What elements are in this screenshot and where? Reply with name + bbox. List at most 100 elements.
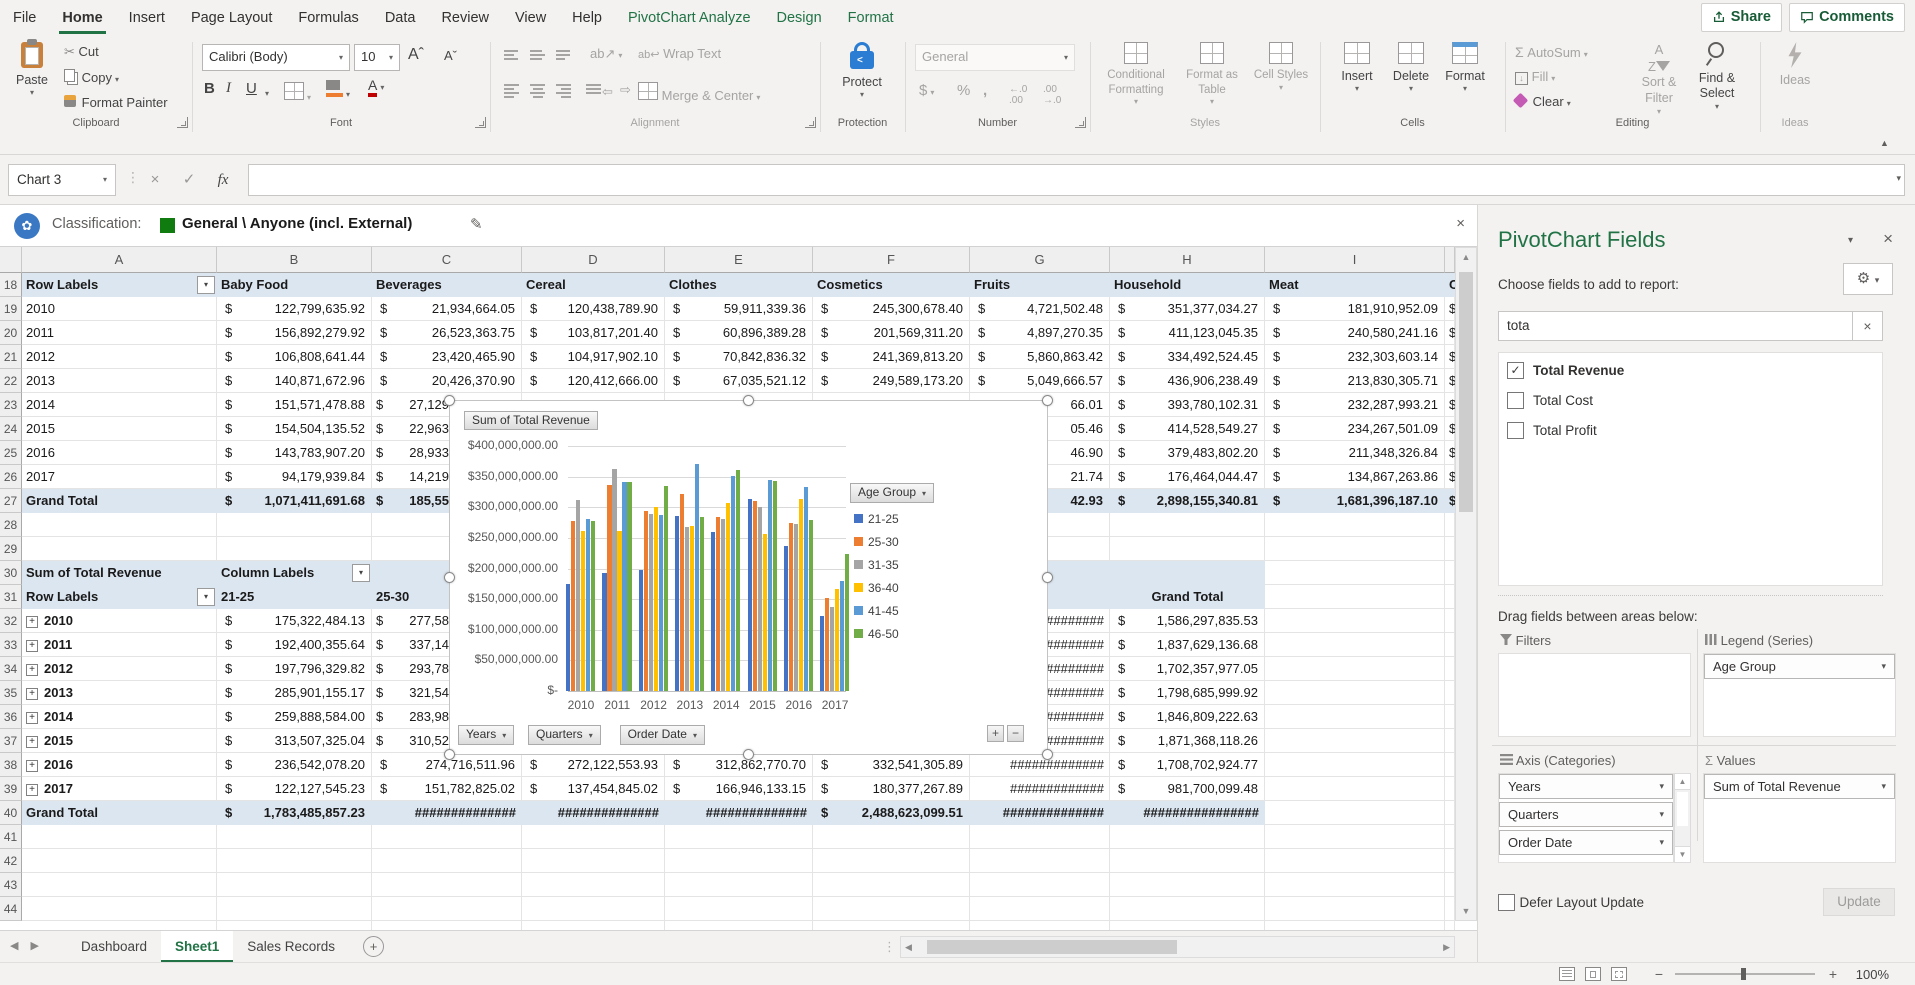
cell-A38[interactable]: +2016: [22, 753, 217, 777]
ideas-button[interactable]: Ideas: [1768, 42, 1822, 88]
defer-layout-checkbox[interactable]: [1498, 894, 1515, 911]
tab-scroll-left-icon[interactable]: ◀: [10, 939, 18, 952]
chart-selection-handle[interactable]: [444, 395, 455, 406]
row-header-37[interactable]: 37: [0, 729, 22, 753]
cell-I23[interactable]: $232,287,993.21: [1265, 393, 1445, 417]
cell-F21[interactable]: $241,369,813.20: [813, 345, 970, 369]
expand-icon[interactable]: +: [26, 712, 38, 724]
row-header-29[interactable]: 29: [0, 537, 22, 561]
row-header-27[interactable]: 27: [0, 489, 22, 513]
row-header-23[interactable]: 23: [0, 393, 22, 417]
page-layout-view-icon[interactable]: [1585, 967, 1601, 981]
cell-H23[interactable]: $393,780,102.31: [1110, 393, 1265, 417]
cell-J19[interactable]: $: [1445, 297, 1455, 321]
cell-B33[interactable]: $192,400,355.64: [217, 633, 372, 657]
axis-drop-area[interactable]: Years▾Quarters▾Order Date▾: [1498, 773, 1674, 863]
cell-F22[interactable]: $249,589,173.20: [813, 369, 970, 393]
cut-button[interactable]: ✂ Cut: [64, 44, 99, 60]
format-as-table-button[interactable]: Format as Table▾: [1178, 42, 1246, 107]
field-checkbox[interactable]: [1507, 422, 1524, 439]
cell-E20[interactable]: $60,896,389.28: [665, 321, 813, 345]
menu-tab-review[interactable]: Review: [428, 0, 502, 36]
cell-F39[interactable]: $180,377,267.89: [813, 777, 970, 801]
cell-H34[interactable]: $1,702,357,977.05: [1110, 657, 1265, 681]
row-header-19[interactable]: 19: [0, 297, 22, 321]
formula-bar-expand-icon[interactable]: ▾: [1896, 173, 1901, 184]
cell-A26[interactable]: 2017: [22, 465, 217, 489]
cell-J23[interactable]: $: [1445, 393, 1455, 417]
expand-icon[interactable]: +: [26, 784, 38, 796]
cell-H24[interactable]: $414,528,549.27: [1110, 417, 1265, 441]
cell-A25[interactable]: 2016: [22, 441, 217, 465]
cell-I27[interactable]: $1,681,396,187.10: [1265, 489, 1445, 513]
cell-H26[interactable]: $176,464,044.47: [1110, 465, 1265, 489]
cell-G20[interactable]: $4,897,270.35: [970, 321, 1110, 345]
horizontal-scrollbar[interactable]: ◀ ▶: [900, 936, 1455, 958]
chart-selection-handle[interactable]: [1042, 749, 1053, 760]
row-header-20[interactable]: 20: [0, 321, 22, 345]
cell-F19[interactable]: $245,300,678.40: [813, 297, 970, 321]
cell-D21[interactable]: $104,917,902.10: [522, 345, 665, 369]
cell-C18[interactable]: Beverages: [372, 273, 522, 297]
axis-field-button-order-date[interactable]: Order Date▾: [620, 725, 705, 745]
vertical-scrollbar[interactable]: ▲ ▼: [1455, 247, 1477, 921]
number-format-combo[interactable]: General▾: [915, 44, 1075, 71]
cell-H19[interactable]: $351,377,034.27: [1110, 297, 1265, 321]
row-header-39[interactable]: 39: [0, 777, 22, 801]
menu-tab-data[interactable]: Data: [372, 0, 429, 36]
cell-H22[interactable]: $436,906,238.49: [1110, 369, 1265, 393]
cell-C21[interactable]: $23,420,465.90: [372, 345, 522, 369]
cell-C39[interactable]: $151,782,825.02: [372, 777, 522, 801]
cell-A40[interactable]: Grand Total: [22, 801, 217, 825]
column-header-B[interactable]: B: [217, 247, 372, 273]
normal-view-icon[interactable]: [1559, 967, 1575, 981]
new-sheet-button[interactable]: +: [363, 936, 384, 957]
pivot-chart[interactable]: Sum of Total Revenue$400,000,000.00$350,…: [449, 400, 1048, 755]
cancel-formula-icon[interactable]: ×: [140, 164, 170, 196]
axis-scroll-up-icon[interactable]: ▲: [1675, 774, 1690, 790]
increase-indent-icon[interactable]: ⇨: [620, 82, 631, 98]
cell-H25[interactable]: $379,483,802.20: [1110, 441, 1265, 465]
align-right-icon[interactable]: [556, 82, 572, 103]
cell-J26[interactable]: $: [1445, 465, 1455, 489]
cell-D22[interactable]: $120,412,666.00: [522, 369, 665, 393]
column-header-D[interactable]: D: [522, 247, 665, 273]
borders-button[interactable]: ▾: [284, 82, 311, 103]
field-item-total-cost[interactable]: Total Cost: [1499, 389, 1882, 413]
row-header-21[interactable]: 21: [0, 345, 22, 369]
cell-G22[interactable]: $5,049,666.57: [970, 369, 1110, 393]
cell-B32[interactable]: $175,322,484.13: [217, 609, 372, 633]
clear-button[interactable]: Clear▾: [1515, 94, 1571, 109]
namebox-splitter[interactable]: ⋮: [126, 169, 140, 186]
row-header-28[interactable]: 28: [0, 513, 22, 537]
align-top-icon[interactable]: [504, 48, 520, 65]
cell-H18[interactable]: Household: [1110, 273, 1265, 297]
find-select-button[interactable]: Find & Select▾: [1689, 42, 1745, 112]
wrap-text-button[interactable]: ab↩ Wrap Text: [638, 46, 721, 61]
cell-B21[interactable]: $106,808,641.44: [217, 345, 372, 369]
cell-B39[interactable]: $122,127,545.23: [217, 777, 372, 801]
column-header-E[interactable]: E: [665, 247, 813, 273]
underline-dropdown[interactable]: ▾: [262, 84, 269, 99]
cell-A39[interactable]: +2017: [22, 777, 217, 801]
cell-H21[interactable]: $334,492,524.45: [1110, 345, 1265, 369]
collapse-field-button[interactable]: −: [1007, 725, 1024, 742]
filter-dropdown-button[interactable]: ▾: [352, 564, 370, 582]
orientation-button[interactable]: ab↗▾: [590, 46, 622, 62]
cell-H37[interactable]: $1,871,368,118.26: [1110, 729, 1265, 753]
align-bottom-icon[interactable]: [556, 48, 572, 65]
cell-B26[interactable]: $94,179,939.84: [217, 465, 372, 489]
filters-drop-area[interactable]: [1498, 653, 1691, 737]
legend-field-button[interactable]: Age Group▾: [850, 483, 934, 503]
hscroll-left-icon[interactable]: ◀: [905, 942, 912, 953]
column-header-A[interactable]: A: [22, 247, 217, 273]
cell-A32[interactable]: +2010: [22, 609, 217, 633]
row-header-43[interactable]: 43: [0, 873, 22, 897]
cell-A37[interactable]: +2015: [22, 729, 217, 753]
zoom-slider-thumb[interactable]: [1741, 968, 1746, 980]
legend-drop-area[interactable]: Age Group▾: [1703, 653, 1896, 737]
cell-G21[interactable]: $5,860,863.42: [970, 345, 1110, 369]
increase-font-icon[interactable]: Aˆ: [408, 46, 424, 64]
row-header-41[interactable]: 41: [0, 825, 22, 849]
menu-tab-home[interactable]: Home: [49, 0, 115, 36]
